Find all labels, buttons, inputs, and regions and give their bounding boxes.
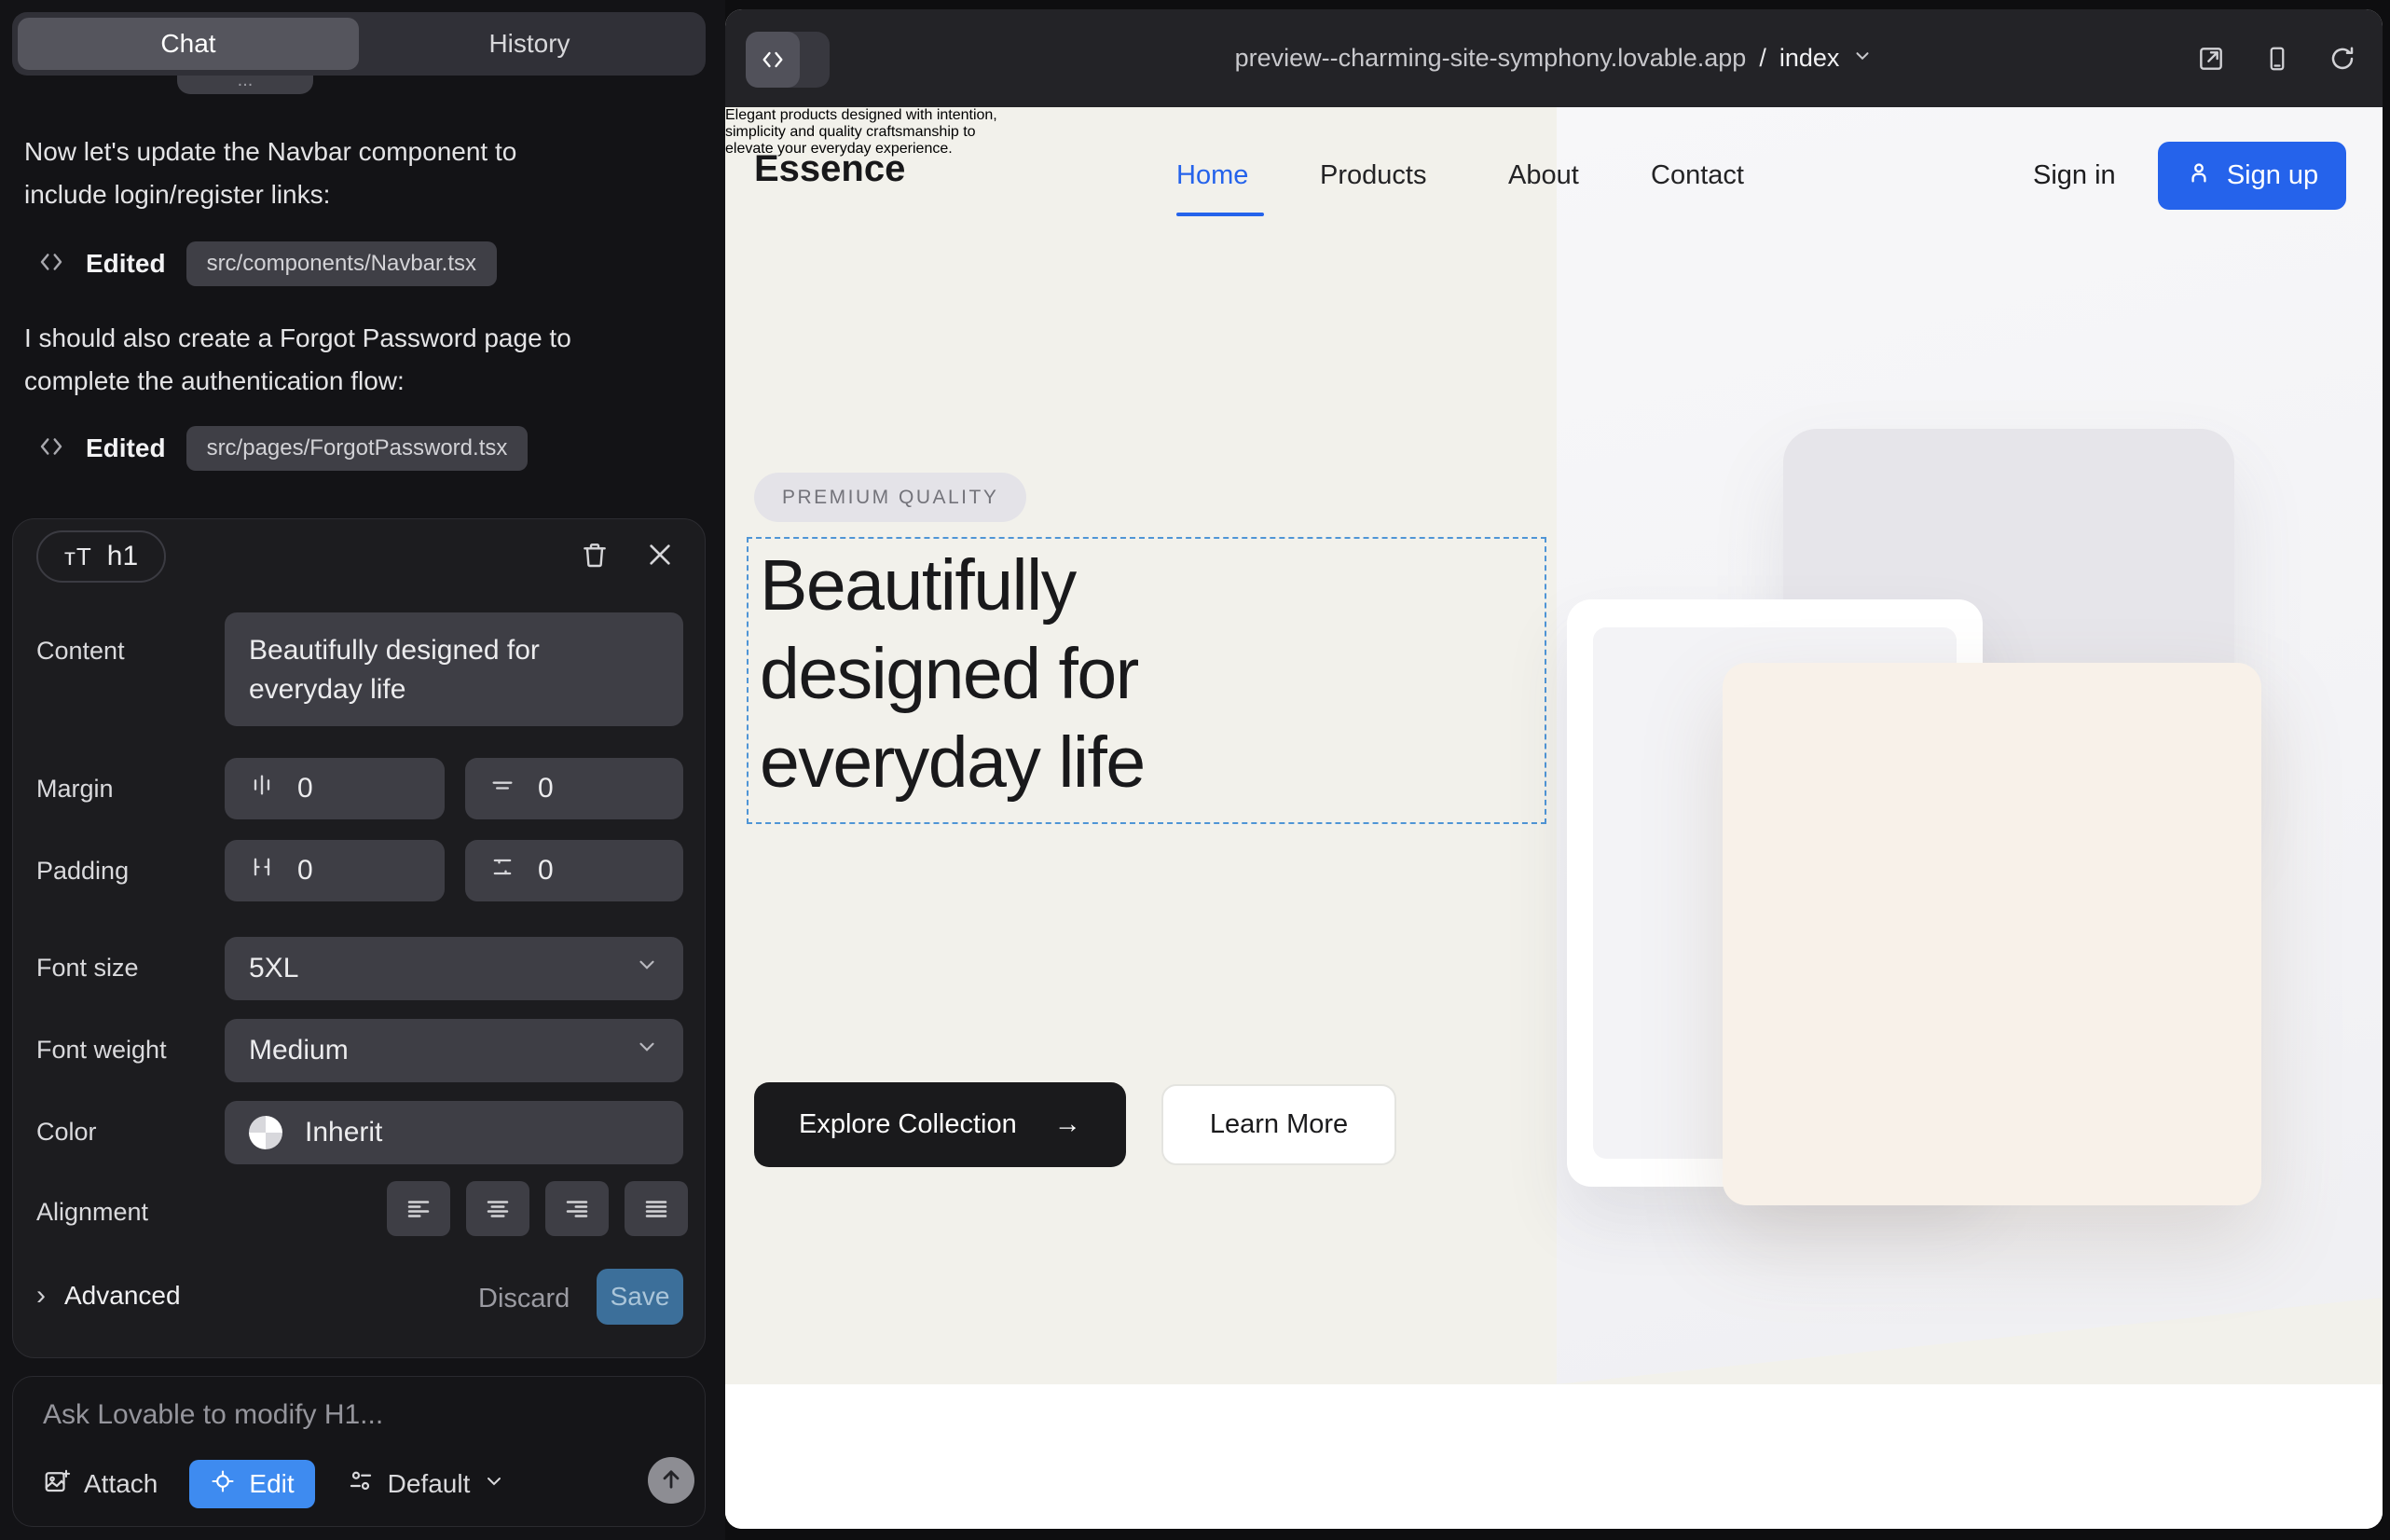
chevron-right-icon: › xyxy=(36,1280,46,1312)
clipped-file-chip: ... xyxy=(177,76,313,94)
font-weight-select[interactable]: Medium xyxy=(225,1019,683,1082)
alignment-label: Alignment xyxy=(36,1198,148,1227)
site-logo[interactable]: Essence xyxy=(754,148,905,190)
arrow-right-icon: → xyxy=(1054,1109,1081,1140)
align-left-button[interactable] xyxy=(387,1181,450,1236)
code-icon xyxy=(37,433,65,465)
edit-mode-button[interactable]: Edit xyxy=(189,1460,314,1508)
prompt-input[interactable] xyxy=(43,1399,639,1431)
save-button[interactable]: Save xyxy=(597,1269,683,1325)
margin-y-input[interactable]: 0 xyxy=(465,758,683,819)
sign-in-link[interactable]: Sign in xyxy=(2033,160,2116,191)
typography-icon: ᴛT xyxy=(64,543,92,571)
composer: Attach Edit Default xyxy=(12,1376,706,1527)
assistant-message: I should also create a Forgot Password p… xyxy=(24,317,692,403)
delete-element-button[interactable] xyxy=(580,540,610,572)
url-separator: / xyxy=(1759,44,1766,73)
edited-file-row: Edited src/pages/ForgotPassword.tsx xyxy=(37,425,528,472)
file-chip[interactable]: src/components/Navbar.tsx xyxy=(186,241,497,286)
edited-file-row: Edited src/components/Navbar.tsx xyxy=(37,241,497,287)
preview-window: preview--charming-site-symphony.lovable.… xyxy=(725,9,2383,1529)
explore-collection-button[interactable]: Explore Collection → xyxy=(754,1082,1126,1167)
sliders-icon xyxy=(347,1467,375,1502)
content-label: Content xyxy=(36,637,125,666)
assistant-message: Now let's update the Navbar component to… xyxy=(24,131,692,216)
color-label: Color xyxy=(36,1118,97,1147)
nav-link-contact[interactable]: Contact xyxy=(1651,160,1744,191)
chat-sidebar: Chat History ... Now let's update the Na… xyxy=(0,0,725,1540)
hero-heading[interactable]: Beautifully designed for everyday life xyxy=(760,542,1145,807)
margin-x-input[interactable]: 0 xyxy=(225,758,445,819)
premium-badge: PREMIUM QUALITY xyxy=(754,473,1026,522)
refresh-button[interactable] xyxy=(2328,45,2356,73)
color-swatch xyxy=(249,1116,282,1149)
element-tag-badge: ᴛT h1 xyxy=(36,530,166,583)
chevron-down-icon xyxy=(1852,44,1873,73)
padding-x-icon xyxy=(249,854,275,887)
mobile-view-button[interactable] xyxy=(2263,45,2291,73)
element-inspector-panel: ᴛT h1 Content Beautifully designed for e… xyxy=(12,518,706,1358)
section-below-hero xyxy=(725,1384,2383,1529)
discard-button[interactable]: Discard xyxy=(478,1284,570,1314)
decor-card-cream xyxy=(1723,663,2261,1205)
image-icon xyxy=(43,1467,71,1502)
url-page: index xyxy=(1779,44,1840,73)
font-weight-label: Font weight xyxy=(36,1036,167,1065)
edited-label: Edited xyxy=(86,433,166,463)
content-textarea[interactable]: Beautifully designed for everyday life xyxy=(225,612,683,726)
target-icon xyxy=(210,1468,236,1501)
file-chip[interactable]: src/pages/ForgotPassword.tsx xyxy=(186,426,529,471)
margin-label: Margin xyxy=(36,775,114,804)
font-size-select[interactable]: 5XL xyxy=(225,937,683,1000)
url-breadcrumb[interactable]: preview--charming-site-symphony.lovable.… xyxy=(725,9,2383,107)
attach-button[interactable]: Attach xyxy=(43,1467,158,1502)
tab-chat[interactable]: Chat xyxy=(18,18,359,70)
url-host: preview--charming-site-symphony.lovable.… xyxy=(1235,44,1747,73)
arrow-up-icon xyxy=(658,1466,684,1495)
margin-x-icon xyxy=(249,772,275,805)
padding-x-input[interactable]: 0 xyxy=(225,840,445,901)
mode-select[interactable]: Default xyxy=(347,1467,506,1502)
nav-link-products[interactable]: Products xyxy=(1320,160,1426,191)
learn-more-button[interactable]: Learn More xyxy=(1161,1084,1396,1165)
send-button[interactable] xyxy=(648,1457,694,1504)
code-icon xyxy=(37,248,65,281)
sign-up-button[interactable]: Sign up xyxy=(2158,142,2346,210)
align-justify-button[interactable] xyxy=(625,1181,688,1236)
padding-label: Padding xyxy=(36,857,129,886)
open-external-button[interactable] xyxy=(2196,44,2226,74)
nav-link-about[interactable]: About xyxy=(1508,160,1579,191)
tab-history[interactable]: History xyxy=(359,18,700,70)
sidebar-tabs: Chat History xyxy=(12,12,706,76)
element-tag: h1 xyxy=(107,541,138,572)
user-icon xyxy=(2186,159,2212,193)
nav-link-home[interactable]: Home xyxy=(1176,160,1248,191)
site-canvas: Essence Home Products About Contact Sign… xyxy=(725,107,2383,1529)
align-center-button[interactable] xyxy=(466,1181,529,1236)
edited-label: Edited xyxy=(86,249,166,279)
advanced-toggle[interactable]: › Advanced xyxy=(36,1280,181,1312)
chevron-down-icon xyxy=(635,1035,659,1066)
close-panel-button[interactable] xyxy=(645,540,675,572)
padding-y-input[interactable]: 0 xyxy=(465,840,683,901)
color-select[interactable]: Inherit xyxy=(225,1101,683,1164)
active-nav-underline xyxy=(1176,213,1264,216)
margin-y-icon xyxy=(489,772,515,805)
align-right-button[interactable] xyxy=(545,1181,609,1236)
padding-y-icon xyxy=(489,854,515,887)
chevron-down-icon xyxy=(483,1469,505,1499)
chevron-down-icon xyxy=(635,953,659,984)
font-size-label: Font size xyxy=(36,954,139,983)
preview-toolbar: preview--charming-site-symphony.lovable.… xyxy=(725,9,2383,107)
